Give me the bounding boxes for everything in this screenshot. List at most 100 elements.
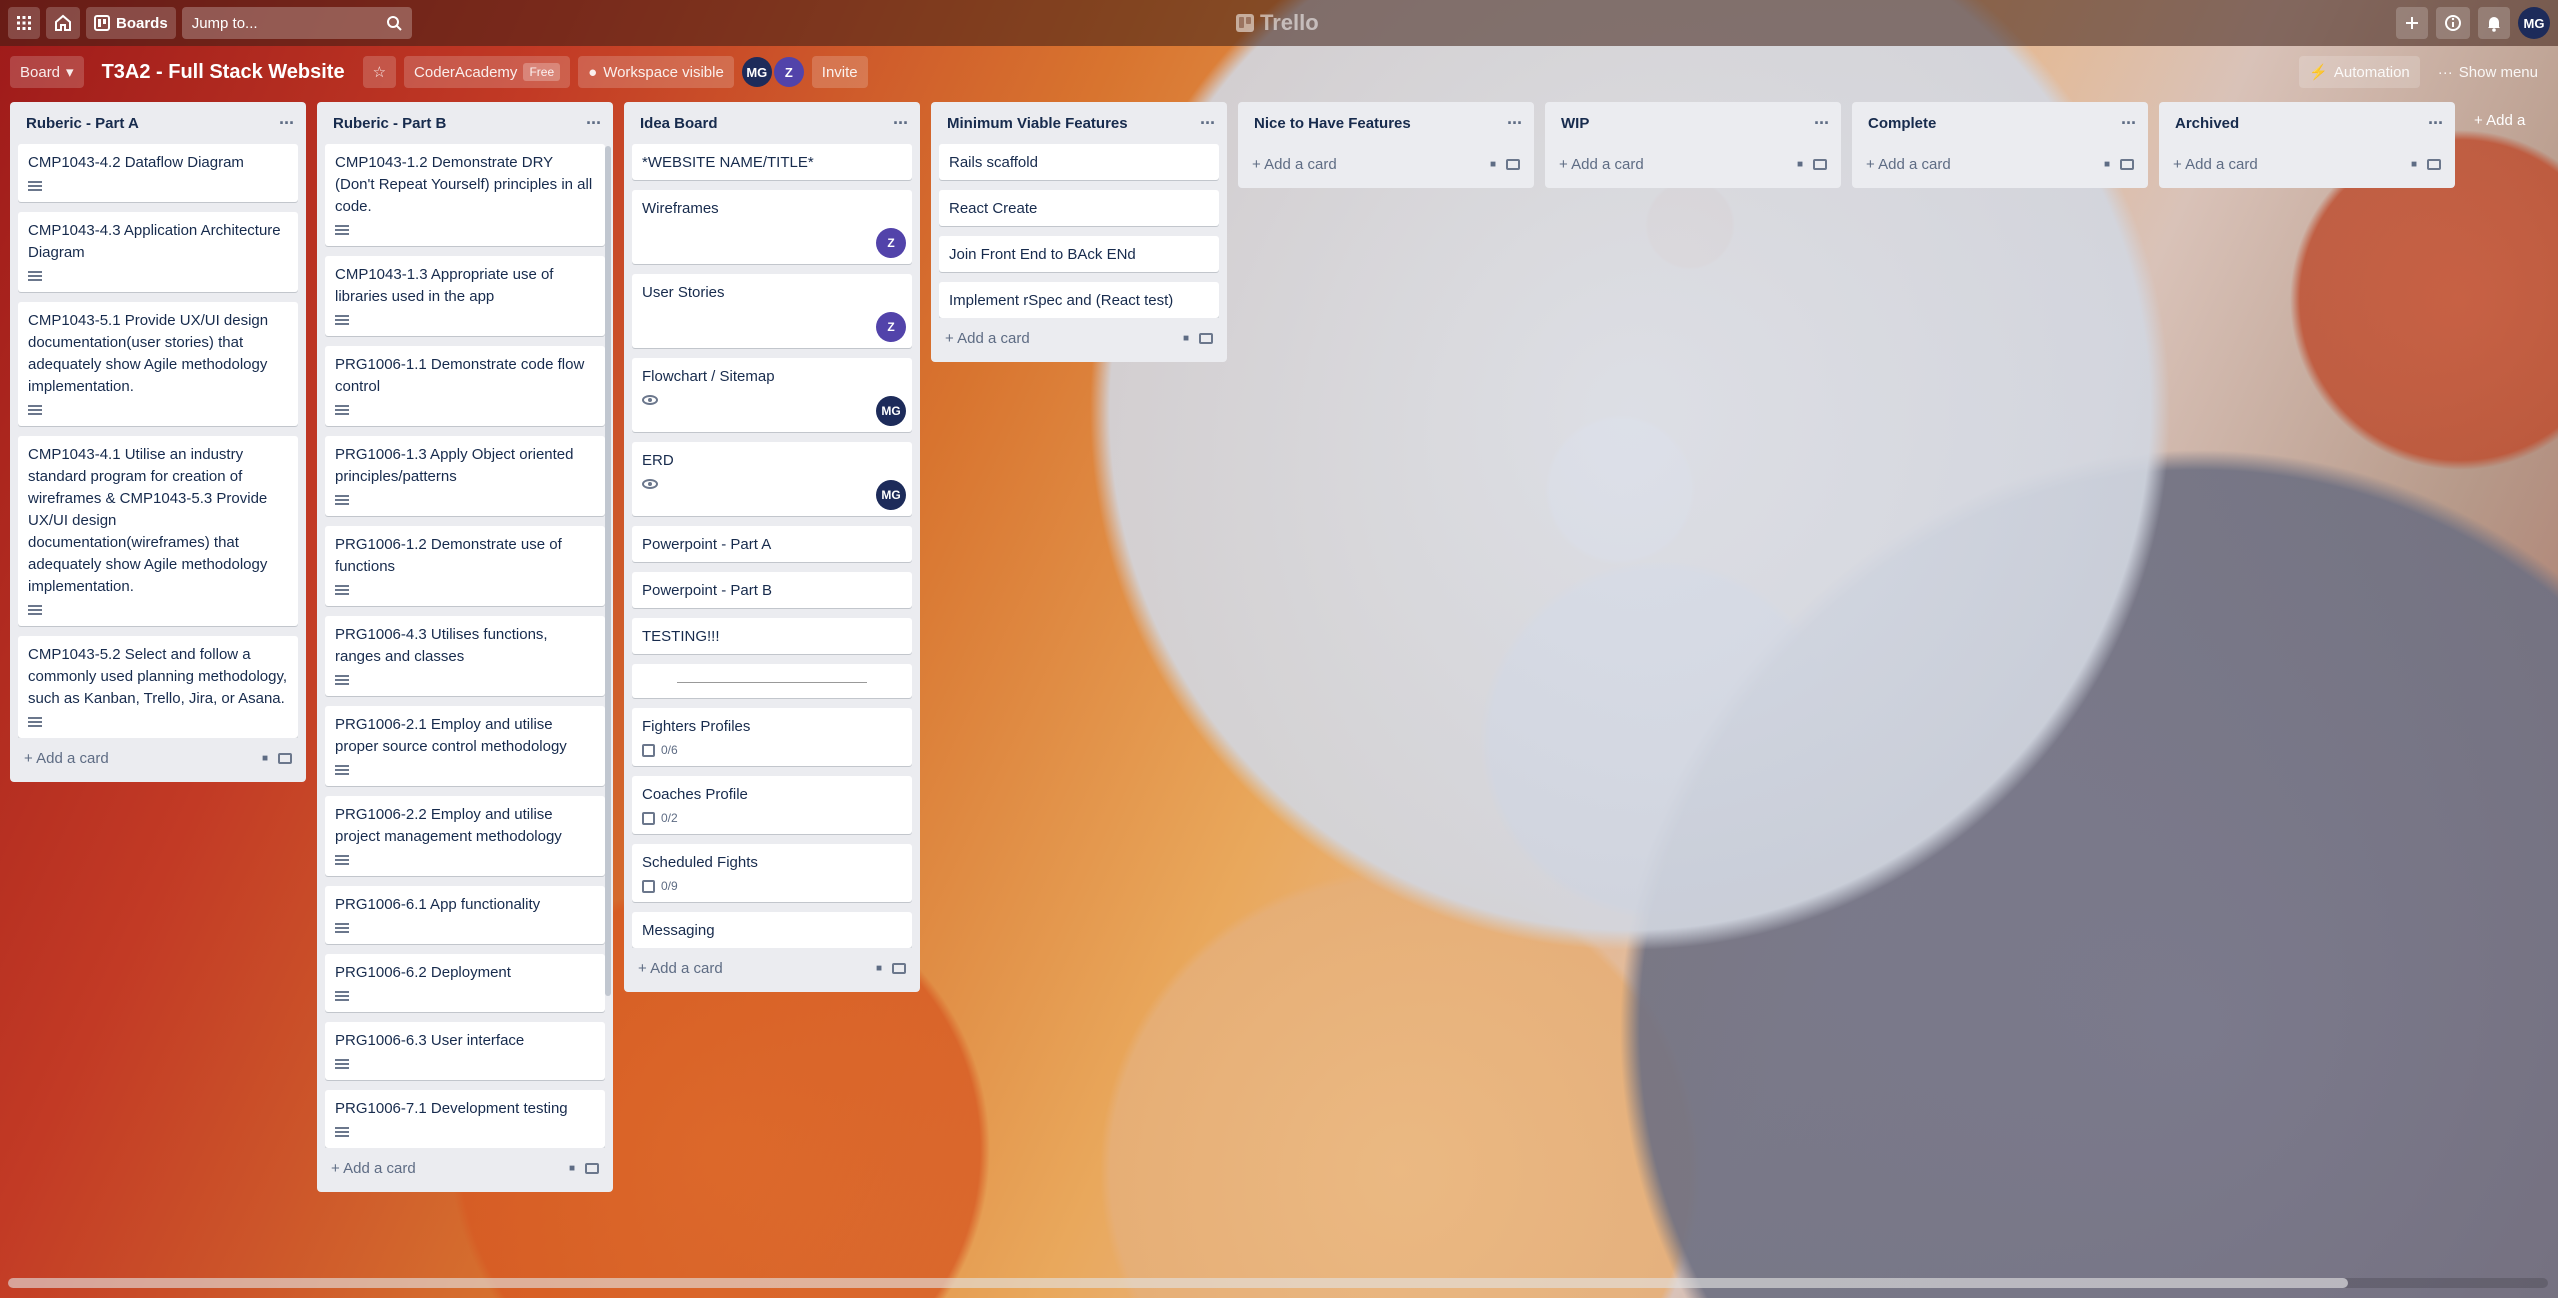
create-from-template-icon[interactable] bbox=[1199, 332, 1213, 344]
more-dots-icon[interactable]: ··· bbox=[279, 113, 295, 134]
add-card-button[interactable]: + Add a card bbox=[1866, 156, 1951, 173]
create-from-template-icon[interactable] bbox=[2120, 158, 2134, 170]
member-avatar[interactable]: Z bbox=[773, 57, 804, 87]
boards-button[interactable]: Boards bbox=[86, 7, 176, 39]
card[interactable]: CMP1043-5.2 Select and follow a commonly… bbox=[18, 636, 298, 738]
more-dots-icon[interactable]: ··· bbox=[1507, 113, 1523, 134]
more-dots-icon[interactable]: ··· bbox=[2428, 113, 2444, 134]
list-header[interactable]: Minimum Viable Features ··· bbox=[939, 102, 1219, 144]
more-dots-icon[interactable]: ··· bbox=[893, 113, 909, 134]
card[interactable]: CMP1043-5.1 Provide UX/UI design documen… bbox=[18, 302, 298, 426]
add-card-button[interactable]: + Add a card bbox=[945, 330, 1030, 347]
card[interactable]: PRG1006-1.2 Demonstrate use of functions bbox=[325, 526, 605, 606]
add-card-button[interactable]: + Add a card bbox=[331, 1160, 416, 1177]
card-template-camera-icon[interactable]: ■ bbox=[1183, 333, 1189, 344]
more-dots-icon[interactable]: ··· bbox=[2121, 113, 2137, 134]
add-card-button[interactable]: + Add a card bbox=[1559, 156, 1644, 173]
card[interactable]: User Stories Z bbox=[632, 274, 912, 348]
card[interactable]: CMP1043-4.3 Application Architecture Dia… bbox=[18, 212, 298, 292]
workspace-button[interactable]: CoderAcademy Free bbox=[404, 56, 571, 88]
card[interactable]: PRG1006-1.3 Apply Object oriented princi… bbox=[325, 436, 605, 516]
list-header[interactable]: Archived ··· bbox=[2167, 102, 2447, 144]
list-title[interactable]: Nice to Have Features bbox=[1254, 115, 1411, 132]
member-avatar[interactable]: MG bbox=[741, 57, 772, 87]
trello-logo[interactable]: Trello bbox=[1236, 10, 1319, 36]
star-button[interactable]: ☆ bbox=[362, 56, 397, 88]
card-member-avatar[interactable]: MG bbox=[876, 396, 906, 426]
info-icon[interactable] bbox=[2436, 7, 2470, 39]
card[interactable]: Flowchart / Sitemap MG bbox=[632, 358, 912, 432]
card[interactable]: Fighters Profiles 0/6 bbox=[632, 708, 912, 766]
automation-button[interactable]: ⚡ Automation bbox=[2299, 56, 2420, 88]
card[interactable]: CMP1043-4.1 Utilise an industry standard… bbox=[18, 436, 298, 626]
card-template-camera-icon[interactable]: ■ bbox=[876, 963, 882, 974]
card[interactable]: CMP1043-4.2 Dataflow Diagram bbox=[18, 144, 298, 202]
more-dots-icon[interactable]: ··· bbox=[1814, 113, 1830, 134]
card[interactable]: PRG1006-1.1 Demonstrate code flow contro… bbox=[325, 346, 605, 426]
apps-grid-icon[interactable] bbox=[8, 7, 40, 39]
user-avatar[interactable]: MG bbox=[2518, 7, 2550, 39]
card[interactable]: ERD MG bbox=[632, 442, 912, 516]
list-header[interactable]: Ruberic - Part A ··· bbox=[18, 102, 298, 144]
card[interactable]: TESTING!!! bbox=[632, 618, 912, 654]
create-from-template-icon[interactable] bbox=[278, 752, 292, 764]
scrollbar-thumb[interactable] bbox=[8, 1278, 2348, 1288]
jump-to-search[interactable]: Jump to... bbox=[181, 7, 412, 39]
card[interactable]: Messaging bbox=[632, 912, 912, 948]
create-from-template-icon[interactable] bbox=[892, 962, 906, 974]
list-vertical-scrollbar[interactable] bbox=[605, 146, 611, 996]
separator-card[interactable] bbox=[632, 664, 912, 698]
list-header[interactable]: Nice to Have Features ··· bbox=[1246, 102, 1526, 144]
list-title[interactable]: Ruberic - Part B bbox=[333, 115, 446, 132]
card[interactable]: PRG1006-6.2 Deployment bbox=[325, 954, 605, 1012]
board-horizontal-scrollbar[interactable] bbox=[8, 1278, 2548, 1288]
card[interactable]: Rails scaffold bbox=[939, 144, 1219, 180]
invite-button[interactable]: Invite bbox=[811, 56, 868, 88]
card[interactable]: *WEBSITE NAME/TITLE* bbox=[632, 144, 912, 180]
list-header[interactable]: WIP ··· bbox=[1553, 102, 1833, 144]
card-template-camera-icon[interactable]: ■ bbox=[569, 1163, 575, 1174]
list-title[interactable]: Minimum Viable Features bbox=[947, 115, 1128, 132]
show-menu-button[interactable]: ··· Show menu bbox=[2428, 56, 2548, 88]
list-header[interactable]: Idea Board ··· bbox=[632, 102, 912, 144]
card-member-avatar[interactable]: Z bbox=[876, 312, 906, 342]
card[interactable]: PRG1006-6.1 App functionality bbox=[325, 886, 605, 944]
view-switcher-button[interactable]: Board ▾ bbox=[10, 56, 84, 88]
list-title[interactable]: Archived bbox=[2175, 115, 2239, 132]
card[interactable]: CMP1043-1.2 Demonstrate DRY (Don't Repea… bbox=[325, 144, 605, 246]
card[interactable]: PRG1006-6.3 User interface bbox=[325, 1022, 605, 1080]
add-card-button[interactable]: + Add a card bbox=[1252, 156, 1337, 173]
more-dots-icon[interactable]: ··· bbox=[1200, 113, 1216, 134]
card[interactable]: Coaches Profile 0/2 bbox=[632, 776, 912, 834]
list-title[interactable]: Ruberic - Part A bbox=[26, 115, 139, 132]
create-plus-icon[interactable] bbox=[2396, 7, 2428, 39]
create-from-template-icon[interactable] bbox=[2427, 158, 2441, 170]
card[interactable]: CMP1043-1.3 Appropriate use of libraries… bbox=[325, 256, 605, 336]
card[interactable]: React Create bbox=[939, 190, 1219, 226]
card[interactable]: Implement rSpec and (React test) bbox=[939, 282, 1219, 318]
card[interactable]: Powerpoint - Part A bbox=[632, 526, 912, 562]
list-title[interactable]: Idea Board bbox=[640, 115, 718, 132]
list-header[interactable]: Ruberic - Part B ··· bbox=[325, 102, 605, 144]
visibility-button[interactable]: ● Workspace visible bbox=[578, 56, 734, 88]
card[interactable]: Powerpoint - Part B bbox=[632, 572, 912, 608]
add-another-list-button[interactable]: + Add another list bbox=[2466, 102, 2526, 139]
notifications-bell-icon[interactable] bbox=[2478, 7, 2510, 39]
card[interactable]: Wireframes Z bbox=[632, 190, 912, 264]
add-card-button[interactable]: + Add a card bbox=[24, 750, 109, 767]
card-member-avatar[interactable]: Z bbox=[876, 228, 906, 258]
card[interactable]: PRG1006-4.3 Utilises functions, ranges a… bbox=[325, 616, 605, 696]
add-card-button[interactable]: + Add a card bbox=[2173, 156, 2258, 173]
card-member-avatar[interactable]: MG bbox=[876, 480, 906, 510]
list-title[interactable]: Complete bbox=[1868, 115, 1936, 132]
add-card-button[interactable]: + Add a card bbox=[638, 960, 723, 977]
more-dots-icon[interactable]: ··· bbox=[586, 113, 602, 134]
card[interactable]: PRG1006-2.1 Employ and utilise proper so… bbox=[325, 706, 605, 786]
card-template-camera-icon[interactable]: ■ bbox=[1490, 159, 1496, 170]
card-template-camera-icon[interactable]: ■ bbox=[2411, 159, 2417, 170]
card-template-camera-icon[interactable]: ■ bbox=[262, 753, 268, 764]
card[interactable]: PRG1006-2.2 Employ and utilise project m… bbox=[325, 796, 605, 876]
card-template-camera-icon[interactable]: ■ bbox=[1797, 159, 1803, 170]
create-from-template-icon[interactable] bbox=[1506, 158, 1520, 170]
card[interactable]: Scheduled Fights 0/9 bbox=[632, 844, 912, 902]
